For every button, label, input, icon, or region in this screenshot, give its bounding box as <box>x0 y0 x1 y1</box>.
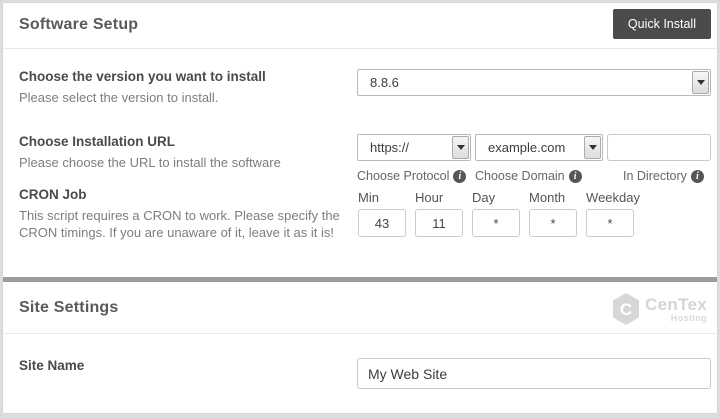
protocol-select[interactable]: https:// <box>357 134 471 161</box>
cron-group-month: Month <box>529 190 586 237</box>
info-icon[interactable]: i <box>569 170 582 183</box>
cron-hour-label: Hour <box>415 190 472 205</box>
installation-url-hint: Please choose the URL to install the sof… <box>19 154 347 171</box>
version-row: Choose the version you want to install P… <box>3 69 717 106</box>
installation-url-row: Choose Installation URL Please choose th… <box>3 134 717 183</box>
section-header-software-setup: Software Setup Quick Install <box>3 3 717 49</box>
cron-hour-input[interactable] <box>415 209 463 237</box>
site-name-row: Site Name <box>3 358 717 389</box>
directory-caption-label: In Directory <box>623 169 687 183</box>
svg-text:C: C <box>620 300 632 319</box>
cron-min-input[interactable] <box>358 209 406 237</box>
site-name-label: Site Name <box>19 358 347 373</box>
protocol-select-value: https:// <box>358 140 409 155</box>
info-icon[interactable]: i <box>453 170 466 183</box>
centex-hosting-logo: C CenTex Hosting <box>611 292 707 326</box>
dropdown-arrow-icon <box>452 136 469 159</box>
section-header-site-settings: Site Settings C CenTex Hosting <box>3 282 717 334</box>
cron-month-input[interactable] <box>529 209 577 237</box>
version-label: Choose the version you want to install <box>19 69 347 84</box>
cron-min-label: Min <box>358 190 415 205</box>
cron-group-hour: Hour <box>415 190 472 237</box>
cron-month-label: Month <box>529 190 586 205</box>
cron-group-day: Day <box>472 190 529 237</box>
brand-subtitle: Hosting <box>645 314 707 323</box>
cron-group-weekday: Weekday <box>586 190 643 237</box>
version-select[interactable]: 8.8.6 <box>357 69 711 96</box>
dropdown-arrow-icon <box>692 71 709 94</box>
domain-caption-label: Choose Domain <box>475 169 565 183</box>
version-select-value: 8.8.6 <box>358 75 399 90</box>
protocol-caption-label: Choose Protocol <box>357 169 449 183</box>
domain-caption: Choose Domain i <box>475 169 609 183</box>
cron-weekday-label: Weekday <box>586 190 643 205</box>
cron-hint: This script requires a CRON to work. Ple… <box>19 207 348 241</box>
site-name-input[interactable] <box>357 358 711 389</box>
domain-select[interactable]: example.com <box>475 134 603 161</box>
cron-day-input[interactable] <box>472 209 520 237</box>
url-captions: Choose Protocol i Choose Domain i In Dir… <box>357 169 711 183</box>
quick-install-button[interactable]: Quick Install <box>613 9 711 39</box>
cron-row: CRON Job This script requires a CRON to … <box>3 187 717 241</box>
cron-group-min: Min <box>358 190 415 237</box>
info-icon[interactable]: i <box>691 170 704 183</box>
page-title: Software Setup <box>19 16 701 34</box>
dropdown-arrow-icon <box>584 136 601 159</box>
domain-select-value: example.com <box>476 140 565 155</box>
protocol-caption: Choose Protocol i <box>357 169 475 183</box>
site-settings-title: Site Settings <box>19 299 701 317</box>
brand-name: CenTex <box>645 296 707 313</box>
directory-caption: In Directory i <box>623 169 704 183</box>
directory-input[interactable] <box>607 134 711 161</box>
installation-url-label: Choose Installation URL <box>19 134 347 149</box>
url-fields: https:// example.com <box>357 134 711 161</box>
cron-weekday-input[interactable] <box>586 209 634 237</box>
cron-fields: Min Hour Day Month Weekday <box>358 190 711 237</box>
hexagon-logo-icon: C <box>611 292 641 326</box>
installer-panel: Software Setup Quick Install Choose the … <box>2 2 718 414</box>
cron-label: CRON Job <box>19 187 348 202</box>
cron-day-label: Day <box>472 190 529 205</box>
version-hint: Please select the version to install. <box>19 89 347 106</box>
